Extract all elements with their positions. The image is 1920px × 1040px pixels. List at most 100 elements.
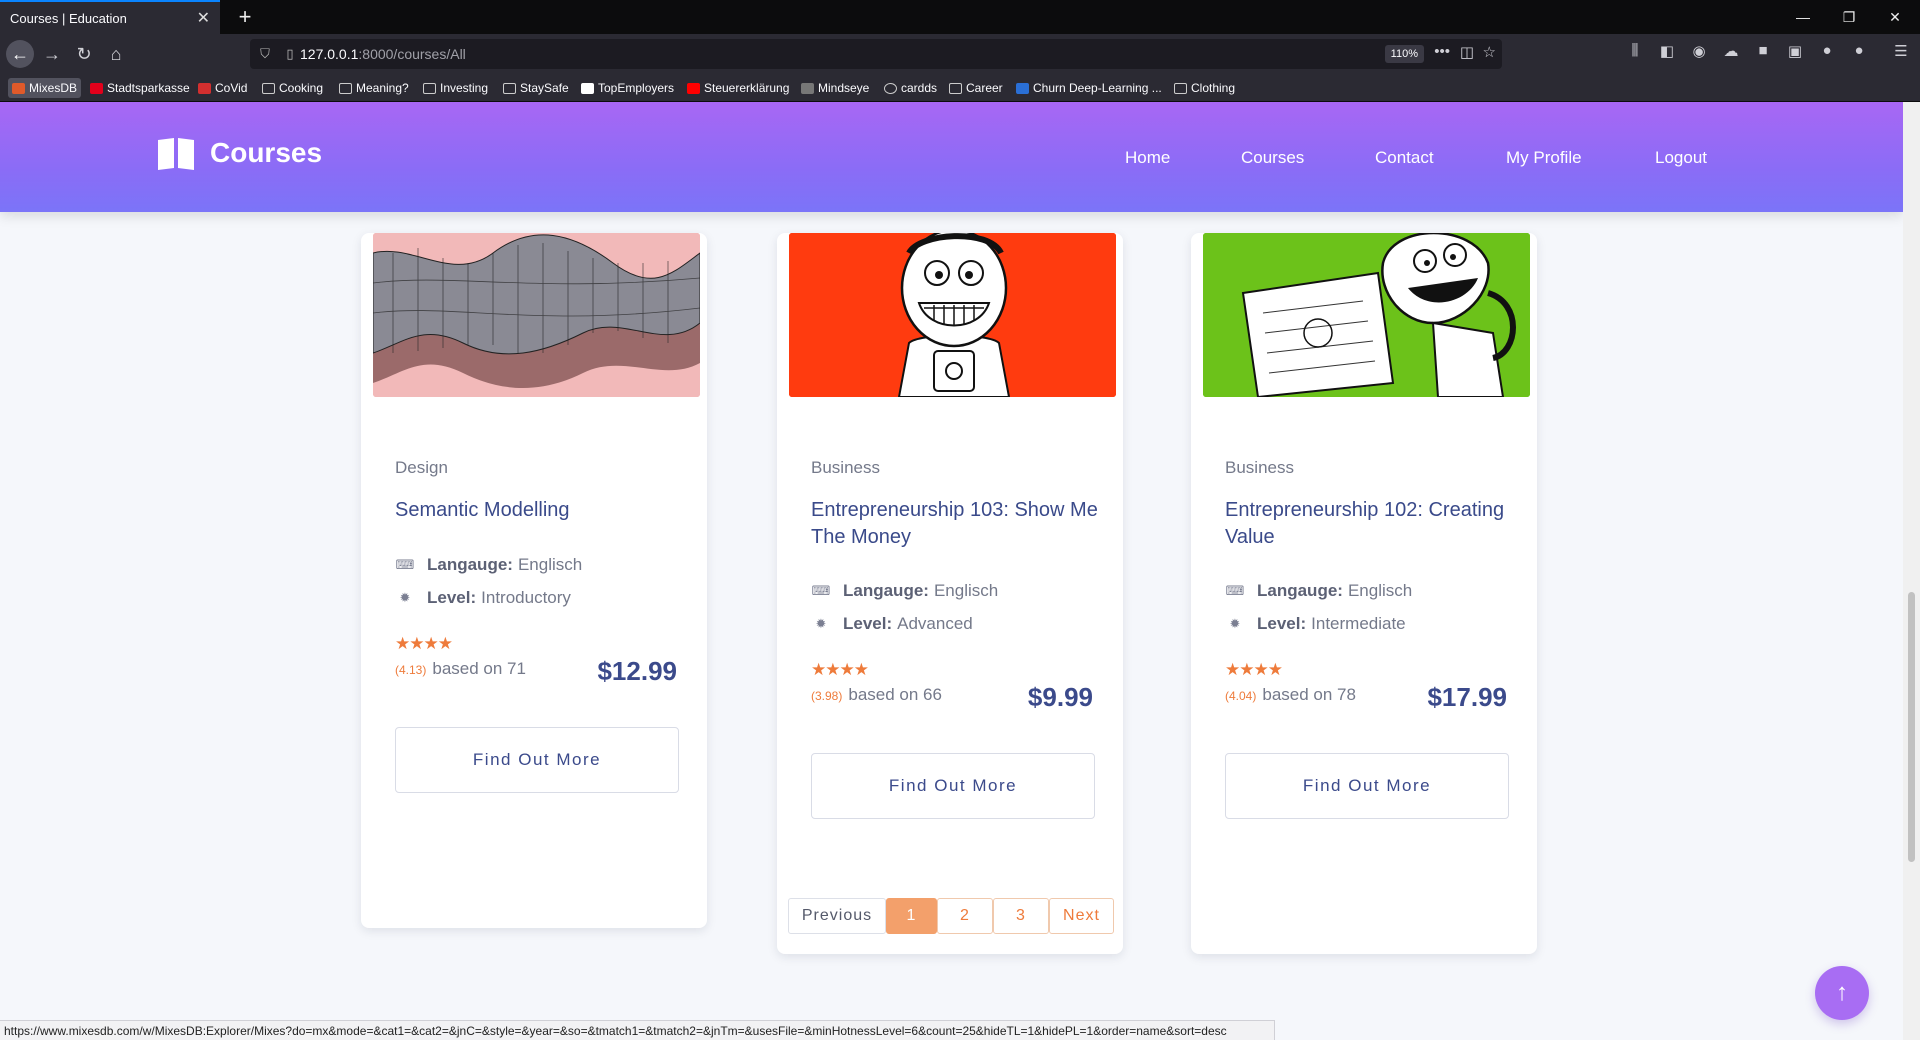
shield-icon[interactable]: ⛉ [250,46,280,62]
new-tab-icon[interactable]: + [230,2,260,32]
course-title[interactable]: Entrepreneurship 102: Creating Value [1225,497,1515,551]
globe-icon [884,82,897,94]
kaggle-icon [1016,82,1029,94]
nav-my-profile[interactable]: My Profile [1506,148,1582,168]
page-icon: ▯ [286,46,294,61]
bookmark-folder[interactable]: Clothing [1174,78,1235,98]
bookmark-star-icon[interactable]: ☆ [1483,43,1496,61]
folder-icon [262,82,275,94]
course-rating: (4.04) based on 78 [1225,685,1356,704]
level-icon: ✹ [815,616,827,631]
zoom-level[interactable]: 110% [1384,45,1424,63]
extension-s-icon[interactable]: ■ [1752,42,1774,59]
bookmark-item[interactable]: CoVid [198,78,247,98]
language-icon: ⌨ [811,583,831,598]
bookmark-item[interactable]: cardds [884,78,937,98]
extension-orange-icon[interactable]: ● [1816,42,1838,59]
url-host: 127.0.0.1 [300,46,359,62]
cartoon-money-image [789,233,1116,397]
bookmark-folder[interactable]: Cooking [262,78,323,98]
pagination-page-1[interactable]: 1 [886,898,937,934]
scroll-to-top-button[interactable]: ↑ [1815,966,1869,1020]
course-title[interactable]: Semantic Modelling [395,497,685,524]
site-logo[interactable]: Courses [156,136,322,170]
course-image[interactable] [789,233,1116,397]
bookmark-folder[interactable]: Meaning? [339,78,409,98]
nav-courses[interactable]: Courses [1241,148,1304,168]
reload-icon[interactable]: ↻ [70,40,98,68]
menu-icon[interactable]: ☰ [1890,42,1912,60]
bookmark-item[interactable]: Steuererklärung [687,78,789,98]
bookmark-item[interactable]: Stadtsparkasse [90,78,190,98]
mixesdb-icon [12,82,25,94]
course-language: ⌨ Langauge: Englisch [1225,581,1413,600]
pagination-next[interactable]: Next [1049,898,1114,934]
level-icon: ✹ [1229,616,1241,631]
course-image[interactable] [1203,233,1530,397]
minimize-icon[interactable]: — [1780,0,1826,34]
extension-cloud-icon[interactable]: ☁ [1720,42,1742,60]
mindseye-icon [801,82,814,94]
course-language: ⌨ Langauge: Englisch [811,581,999,600]
course-image[interactable] [373,233,700,397]
pagination-previous[interactable]: Previous [788,898,886,934]
address-bar[interactable]: ⛉ ▯ 127.0.0.1:8000/courses/All 110% ••• … [250,39,1502,69]
star-rating-icon: ★★★★ [1225,660,1283,679]
star-rating-icon: ★★★★ [811,660,869,679]
topemployers-icon [581,82,594,94]
account-icon[interactable]: ◉ [1688,42,1710,60]
sidebar-icon[interactable]: ◧ [1656,42,1678,60]
star-rating-icon: ★★★★ [395,634,453,653]
sparkasse-icon [90,82,103,94]
course-price: $17.99 [1427,682,1507,712]
page-viewport: Courses Home Courses Contact My Profile … [0,102,1903,1040]
library-icon[interactable]: ⫼ [1624,42,1646,59]
course-level: ✹ Level: Advanced [811,614,973,634]
course-level: ✹ Level: Intermediate [1225,614,1406,634]
folder-icon [339,82,352,94]
bookmark-item[interactable]: Mindseye [801,78,869,98]
language-icon: ⌨ [1225,583,1245,598]
language-icon: ⌨ [395,557,415,572]
course-card: Business Entrepreneurship 103: Show Me T… [777,233,1123,954]
find-out-more-button[interactable]: Find Out More [1225,753,1509,819]
forward-icon[interactable]: → [38,40,66,68]
restore-icon[interactable]: ❐ [1826,0,1872,34]
back-icon[interactable]: ← [6,40,34,68]
nav-logout[interactable]: Logout [1655,148,1707,168]
site-header: Courses Home Courses Contact My Profile … [0,102,1903,212]
cartoon-map-image [1203,233,1530,397]
course-title[interactable]: Entrepreneurship 103: Show Me The Money [811,497,1101,551]
link-status-bar: https://www.mixesdb.com/w/MixesDB:Explor… [0,1020,1275,1040]
course-category: Business [811,458,880,477]
pagination-page-2[interactable]: 2 [937,898,993,934]
close-window-icon[interactable]: ✕ [1872,0,1918,34]
nav-contact[interactable]: Contact [1375,148,1434,168]
covid-icon [198,82,211,94]
nav-home[interactable]: Home [1125,148,1170,168]
page-scrollbar[interactable] [1903,102,1920,1040]
youtube-icon [687,82,700,94]
page-actions-icon[interactable]: ••• [1434,43,1450,60]
course-price: $12.99 [597,656,677,686]
find-out-more-button[interactable]: Find Out More [811,753,1095,819]
bookmark-folder[interactable]: Career [949,78,1003,98]
url-path: :8000/courses/All [358,46,466,62]
scrollbar-thumb[interactable] [1908,592,1915,862]
find-out-more-button[interactable]: Find Out More [395,727,679,793]
close-tab-icon[interactable]: ✕ [197,8,210,28]
pagination-page-3[interactable]: 3 [993,898,1049,934]
browser-tab[interactable]: Courses | Education ✕ [0,0,220,34]
bookmark-folder[interactable]: Investing [423,78,488,98]
course-card: Business Entrepreneurship 102: Creating … [1191,233,1537,954]
extension-screens-icon[interactable]: ▣ [1784,42,1806,60]
pocket-icon[interactable]: ◫ [1460,43,1474,61]
arrow-up-icon: ↑ [1836,979,1848,1006]
course-level: ✹ Level: Introductory [395,588,571,608]
bookmark-item[interactable]: TopEmployers [581,78,674,98]
home-icon[interactable]: ⌂ [102,40,130,68]
bookmark-item[interactable]: MixesDB [8,78,82,98]
ublock-icon[interactable]: ● [1848,42,1870,59]
bookmark-item[interactable]: Churn Deep-Learning ... [1016,78,1162,98]
bookmark-folder[interactable]: StaySafe [503,78,569,98]
